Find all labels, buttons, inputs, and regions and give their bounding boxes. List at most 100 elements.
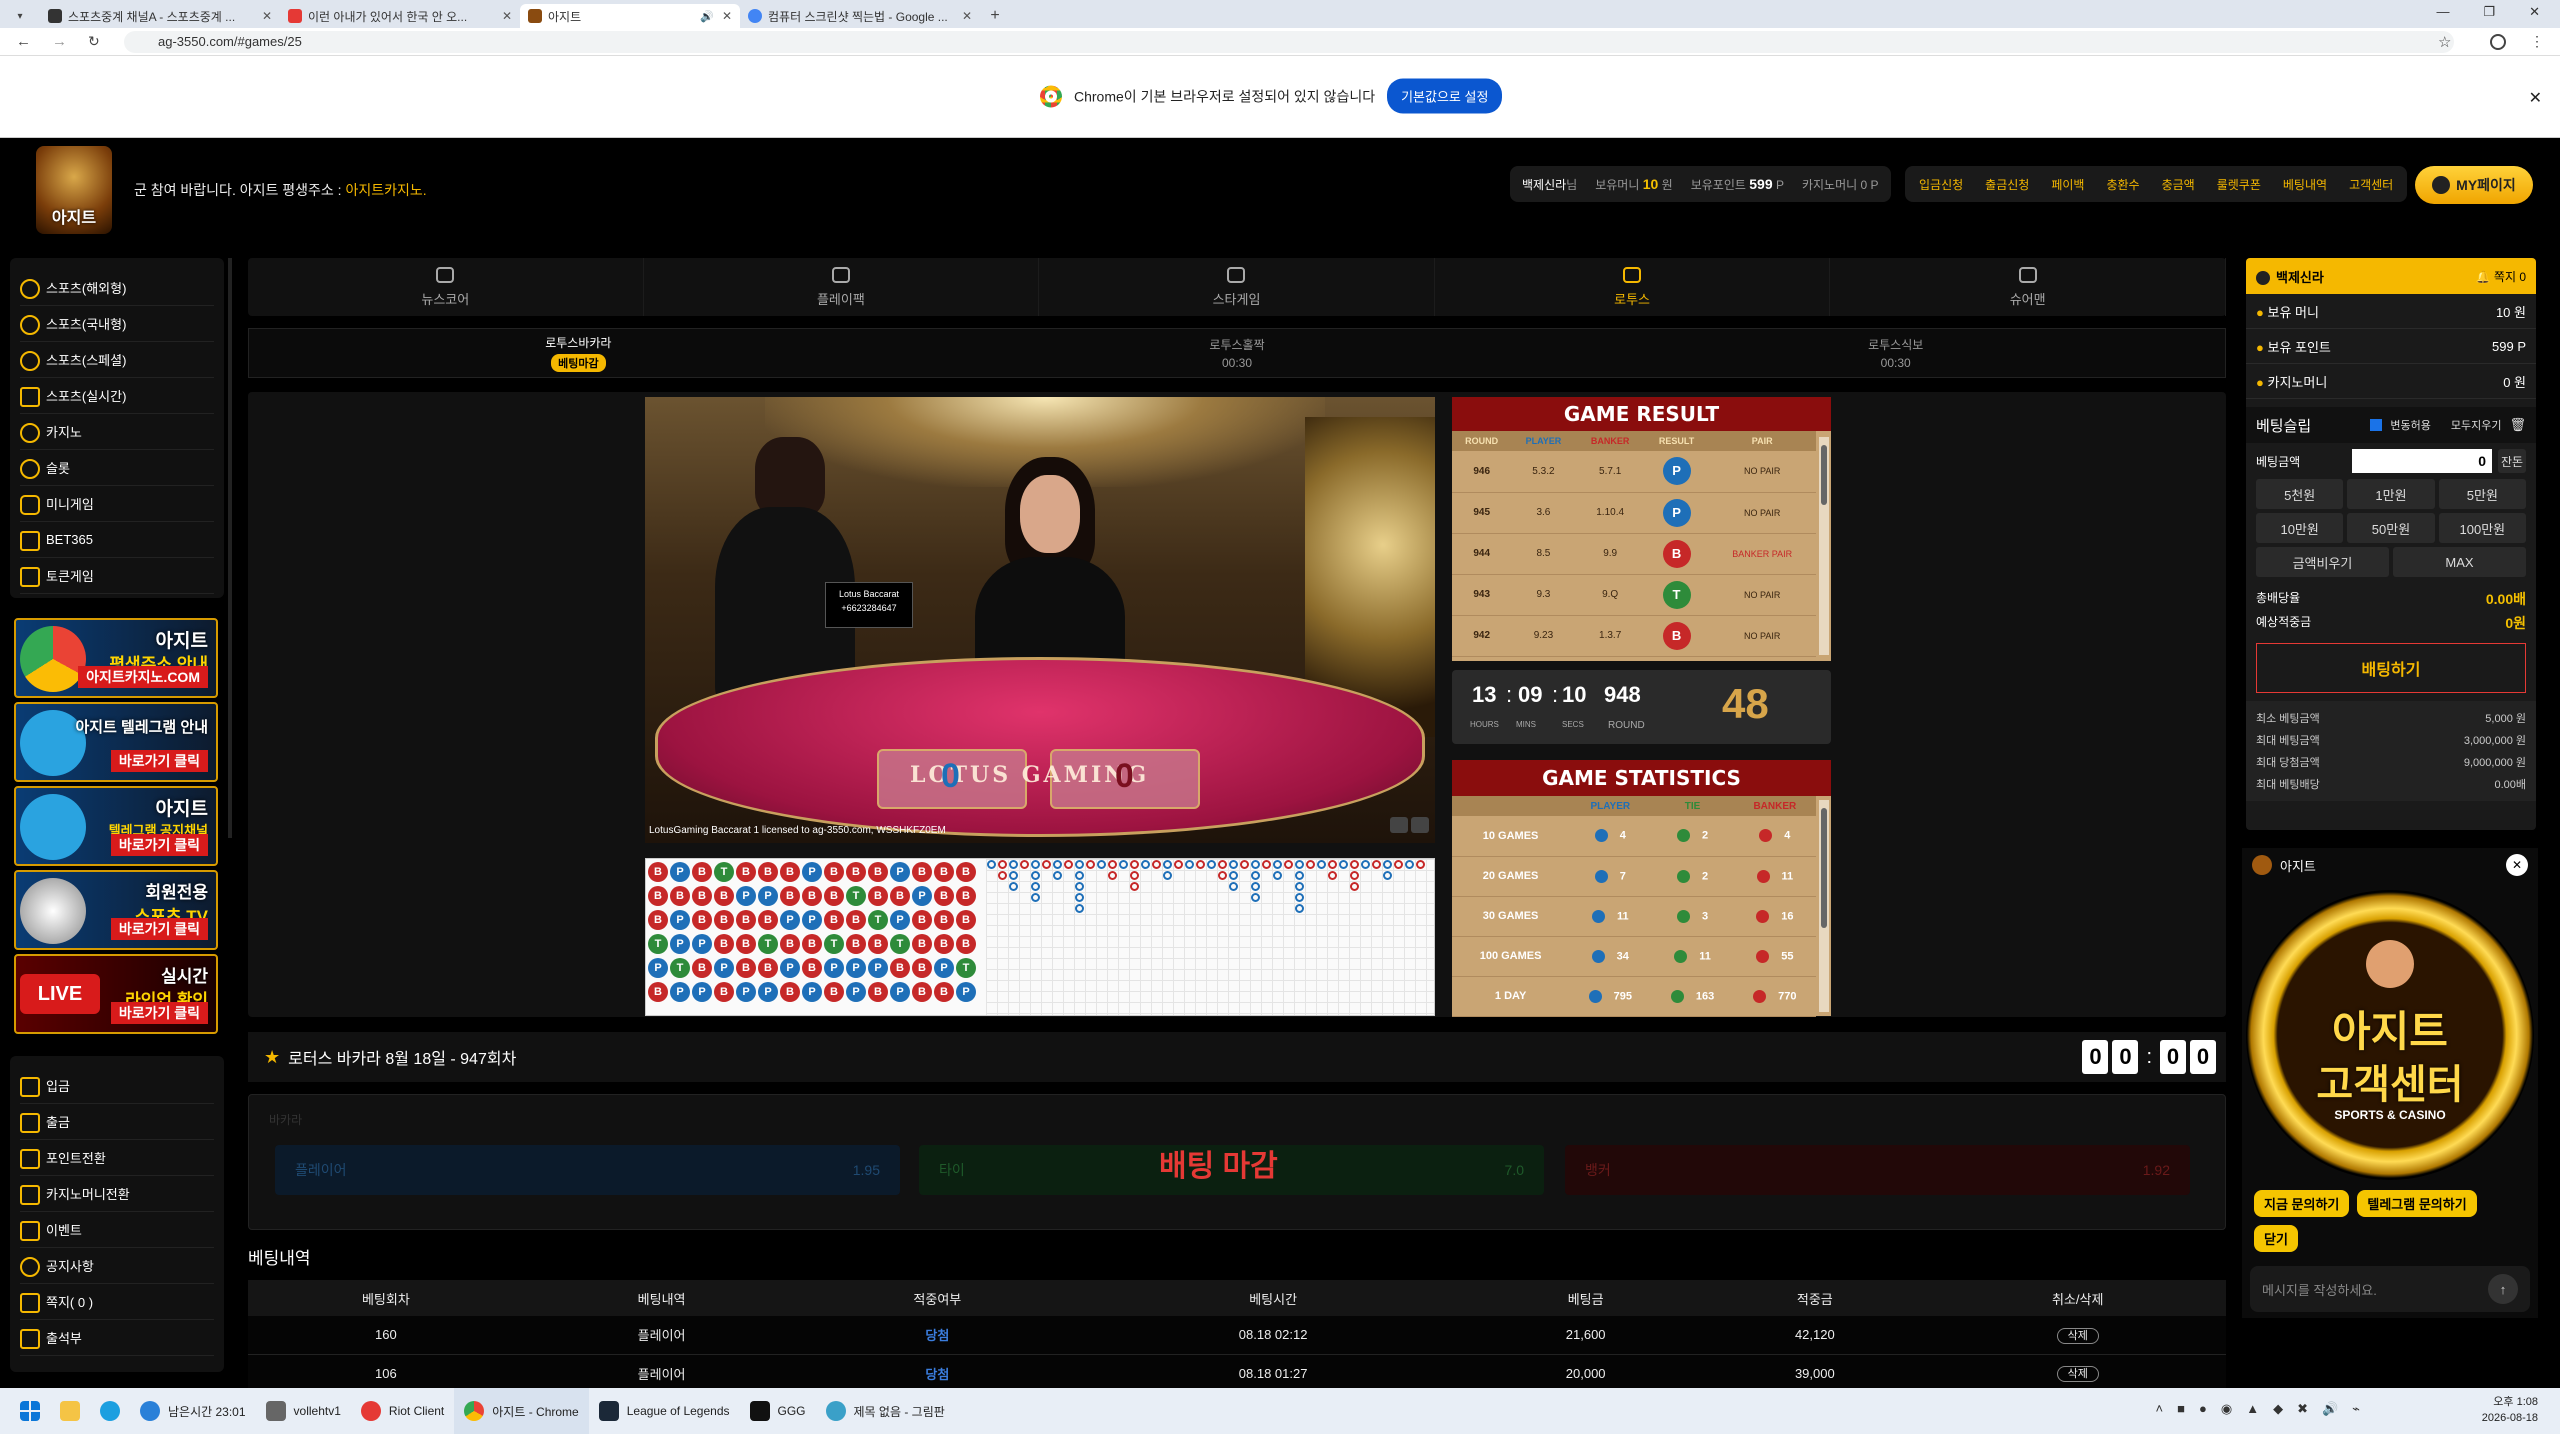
- delete-button[interactable]: 삭제: [2056, 1366, 2099, 1382]
- tab-lotus[interactable]: 로투스: [1435, 258, 1831, 316]
- taskbar-explorer[interactable]: [50, 1388, 90, 1434]
- fullscreen-icon[interactable]: [1411, 817, 1429, 833]
- sidebar-item-withdraw[interactable]: 출금: [20, 1104, 214, 1140]
- telegram-inquire-button[interactable]: 텔레그램 문의하기: [2357, 1190, 2477, 1217]
- sidebar-item-deposit[interactable]: 입금: [20, 1068, 214, 1104]
- sidebar-item-point-convert[interactable]: 포인트전환: [20, 1140, 214, 1176]
- sidebar-item-messages[interactable]: 쪽지( 0 ): [20, 1284, 214, 1320]
- clock[interactable]: 오후 1:08 2026-08-18: [2482, 1394, 2538, 1426]
- tray-app-icon[interactable]: ◉: [2221, 1401, 2232, 1417]
- browser-tab-active[interactable]: 아지트 🔊 ✕: [520, 4, 740, 28]
- tray-app-icon[interactable]: ■: [2177, 1401, 2185, 1417]
- sidebar-item-token[interactable]: 토큰게임: [20, 558, 214, 594]
- quick-50k-button[interactable]: 5만원: [2438, 479, 2526, 509]
- maximize-icon[interactable]: ❐: [2483, 4, 2495, 20]
- chat-close-icon[interactable]: ✕: [2506, 854, 2528, 876]
- tab-sureman[interactable]: 슈어맨: [1830, 258, 2226, 316]
- browser-tab[interactable]: 컴퓨터 스크린샷 찍는법 - Google ... ✕: [740, 4, 980, 28]
- taskbar-item[interactable]: 남은시간 23:01: [130, 1388, 256, 1434]
- clear-amount-button[interactable]: 금액비우기: [2256, 547, 2389, 577]
- sidebar-item-notice[interactable]: 공지사항: [20, 1248, 214, 1284]
- banner-sports-tv[interactable]: 회원전용 스포츠 TV 바로가기 클릭: [14, 870, 218, 950]
- speaker-icon[interactable]: 🔊: [700, 10, 714, 23]
- ticker-link[interactable]: 아지트카지노.: [345, 182, 426, 198]
- infobar-close-icon[interactable]: ✕: [2529, 88, 2542, 108]
- delete-button[interactable]: 삭제: [2056, 1327, 2099, 1344]
- minimize-icon[interactable]: —: [2436, 4, 2449, 20]
- sidebar-item-event[interactable]: 이벤트: [20, 1212, 214, 1248]
- quick-10k-button[interactable]: 1만원: [2347, 479, 2435, 509]
- quick-100k-button[interactable]: 10만원: [2256, 513, 2344, 543]
- sidebar-item-minigame[interactable]: 미니게임: [20, 486, 214, 522]
- result-scrollbar[interactable]: [1819, 437, 1829, 655]
- banner-address[interactable]: 아지트 평생주소 안내 아지트카지노.COM: [14, 618, 218, 698]
- bet-option-player[interactable]: 플레이어 1.95: [275, 1145, 900, 1195]
- new-tab-button[interactable]: +: [980, 4, 1010, 28]
- close-icon[interactable]: ✕: [722, 9, 732, 23]
- trash-icon[interactable]: 🗑: [2509, 417, 2526, 433]
- taskbar-item[interactable]: 제목 없음 - 그림판: [816, 1388, 955, 1434]
- tray-app-icon[interactable]: ◆: [2273, 1401, 2283, 1417]
- chat-close-button[interactable]: 닫기: [2254, 1225, 2298, 1252]
- bet-option-banker[interactable]: 뱅커 1.92: [1565, 1145, 2190, 1195]
- subtab-lotus-oddeven[interactable]: 로투스홀짝 00:30: [908, 329, 1567, 377]
- set-default-button[interactable]: 기본값으로 설정: [1387, 78, 1503, 114]
- place-bet-button[interactable]: 배팅하기: [2256, 643, 2526, 693]
- clear-all-button[interactable]: 모두지우기: [2451, 417, 2502, 433]
- chevron-up-icon[interactable]: ˄: [2156, 1401, 2164, 1417]
- banner-lineup[interactable]: LIVE 실시간 라인업 확인 바로가기 클릭: [14, 954, 218, 1034]
- browser-tab[interactable]: 스포츠중계 채널A - 스포츠중계 ... ✕: [40, 4, 280, 28]
- quick-1m-button[interactable]: 100만원: [2438, 513, 2526, 543]
- sidebar-item-sports-live[interactable]: 스포츠(실시간): [20, 378, 214, 414]
- close-icon[interactable]: ✕: [502, 9, 512, 23]
- sidebar-item-casino-convert[interactable]: 카지노머니전환: [20, 1176, 214, 1212]
- sidebar-item-bet365[interactable]: BET365: [20, 522, 214, 558]
- banner-telegram[interactable]: 아지트 텔레그램 안내 바로가기 클릭: [14, 702, 218, 782]
- window-close-icon[interactable]: ✕: [2529, 4, 2540, 20]
- tray-app-icon[interactable]: ●: [2199, 1401, 2207, 1417]
- forward-icon[interactable]: →: [52, 33, 67, 50]
- tab-playpack[interactable]: 플레이팩: [644, 258, 1040, 316]
- menu-dots-icon[interactable]: ⋮: [2530, 33, 2544, 50]
- sidebar-scrollbar[interactable]: [228, 258, 232, 838]
- network-icon[interactable]: ⌁: [2352, 1401, 2360, 1417]
- message-count[interactable]: 쪽지 0: [2494, 270, 2526, 284]
- menu-bet-history[interactable]: 베팅내역: [2283, 176, 2327, 193]
- inquire-now-button[interactable]: 지금 문의하기: [2254, 1190, 2350, 1217]
- speaker-icon[interactable]: 🔊: [2322, 1401, 2338, 1417]
- sidebar-item-sports-domestic[interactable]: 스포츠(국내형): [20, 306, 214, 342]
- menu-payback[interactable]: 페이백: [2051, 176, 2084, 193]
- stats-scrollbar[interactable]: [1819, 800, 1829, 1012]
- send-icon[interactable]: ↑: [2488, 1274, 2518, 1304]
- url-input[interactable]: ag-3550.com/#games/25: [124, 31, 2454, 53]
- menu-charge-return[interactable]: 충환수: [2106, 176, 2139, 193]
- subtab-lotus-sicbo[interactable]: 로투스식보 00:30: [1566, 329, 2225, 377]
- browser-tab[interactable]: 이런 아내가 있어서 한국 안 오... ✕: [280, 4, 520, 28]
- fix-odds-checkbox[interactable]: [2370, 419, 2383, 431]
- close-icon[interactable]: ✕: [262, 9, 272, 23]
- taskbar-item-active[interactable]: 아지트 - Chrome: [454, 1388, 589, 1434]
- taskbar-item[interactable]: GGG: [740, 1388, 816, 1434]
- bookmark-star-icon[interactable]: ☆: [2438, 33, 2451, 51]
- sidebar-item-casino[interactable]: 카지노: [20, 414, 214, 450]
- menu-withdraw[interactable]: 출금신청: [1985, 176, 2029, 193]
- tab-search-icon[interactable]: ▾: [0, 4, 40, 28]
- max-button[interactable]: MAX: [2393, 547, 2526, 577]
- menu-roulette[interactable]: 룰렛쿠폰: [2217, 176, 2261, 193]
- mypage-button[interactable]: MY페이지: [2415, 166, 2533, 204]
- star-icon[interactable]: ★: [264, 1047, 280, 1068]
- tray-app-icon[interactable]: ✖: [2297, 1401, 2308, 1417]
- sidebar-item-slot[interactable]: 슬롯: [20, 450, 214, 486]
- volume-icon[interactable]: [1390, 817, 1408, 833]
- reload-icon[interactable]: ↻: [88, 33, 100, 50]
- sidebar-item-attendance[interactable]: 출석부: [20, 1320, 214, 1356]
- taskbar-item[interactable]: League of Legends: [589, 1388, 740, 1434]
- live-video[interactable]: Lotus Baccarat +6623284647 LOTUS GAMING 0…: [645, 397, 1435, 843]
- bet-amount-input[interactable]: [2352, 449, 2492, 473]
- chat-input[interactable]: 메시지를 작성하세요. ↑: [2250, 1266, 2530, 1312]
- menu-support[interactable]: 고객센터: [2349, 176, 2393, 193]
- subtab-lotus-baccarat[interactable]: 로투스바카라 베팅마감: [249, 329, 908, 377]
- sidebar-item-sports-overseas[interactable]: 스포츠(해외형): [20, 270, 214, 306]
- site-logo[interactable]: 아지트: [36, 146, 112, 234]
- taskbar-edge[interactable]: [90, 1388, 130, 1434]
